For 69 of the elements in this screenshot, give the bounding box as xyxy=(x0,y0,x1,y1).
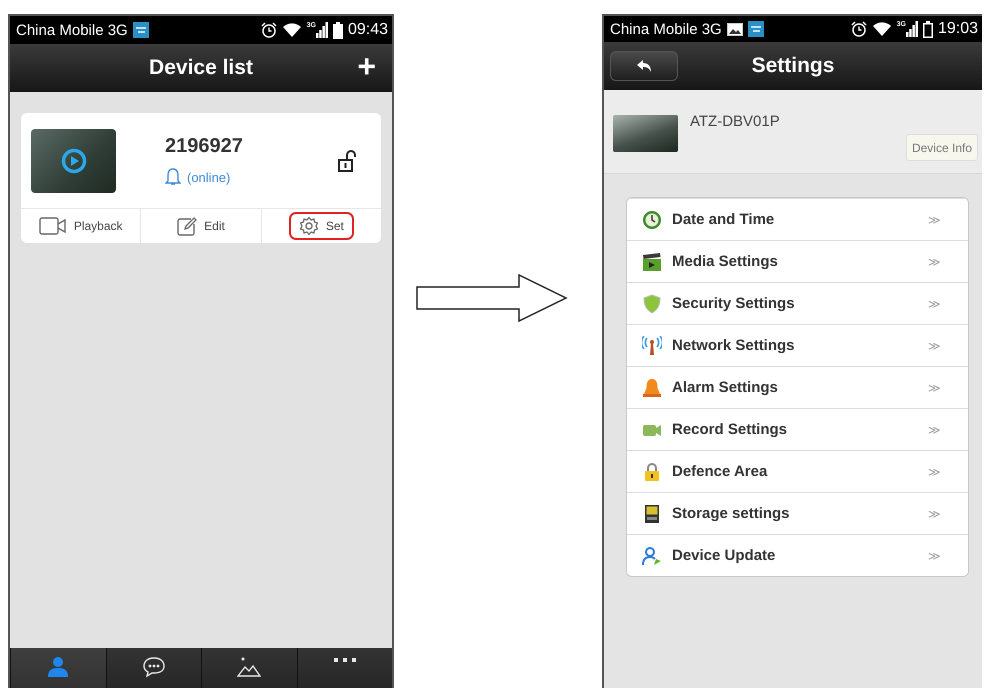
back-button[interactable] xyxy=(610,51,678,81)
right-arrow-icon xyxy=(416,274,568,322)
chevron-icon: ≫ xyxy=(928,380,968,394)
nav-tab[interactable] xyxy=(106,648,201,688)
back-arrow-icon xyxy=(637,60,651,72)
carrier-name: China Mobile 3G xyxy=(16,22,128,38)
bell-icon xyxy=(165,168,181,186)
settings-menu-item[interactable]: Device Update ≫ xyxy=(627,534,968,576)
chevron-icon: ≫ xyxy=(928,254,968,268)
chevron-icon: ≫ xyxy=(928,212,968,226)
screen-title: Settings xyxy=(752,54,834,78)
alarm-icon xyxy=(850,21,867,37)
edit-button[interactable]: Edit xyxy=(167,212,235,240)
camera-preview-image[interactable] xyxy=(31,128,116,192)
alarm-icon xyxy=(260,22,277,38)
menu-item-label: Network Settings xyxy=(672,337,796,354)
padlock-icon xyxy=(642,462,662,482)
signal-icon xyxy=(906,21,918,37)
wifi-icon xyxy=(282,22,302,38)
menu-item-label: Device Update xyxy=(672,547,776,564)
menu-item-label: Media Settings xyxy=(672,253,779,270)
screen-title: Device list xyxy=(149,56,253,80)
chevron-icon: ≫ xyxy=(928,422,968,436)
app-icon xyxy=(132,22,149,38)
chevron-icon: ≫ xyxy=(928,464,968,478)
play-icon xyxy=(60,148,86,174)
chevron-icon: ≫ xyxy=(928,296,968,310)
playback-button[interactable]: Playback xyxy=(28,212,133,240)
chevron-icon: ≫ xyxy=(928,506,968,520)
menu-item-label: Security Settings xyxy=(672,295,796,312)
device-name: ATZ-DBV01P xyxy=(690,113,781,130)
menu-item-label: Storage settings xyxy=(672,505,791,522)
menu-item-label: Defence Area xyxy=(672,463,768,480)
antenna-icon xyxy=(642,336,662,356)
chevron-icon: ≫ xyxy=(928,338,968,352)
clapperboard-icon xyxy=(642,252,662,272)
set-button[interactable]: Set xyxy=(288,212,354,240)
nav-tab[interactable] xyxy=(201,648,296,688)
camera-preview-image xyxy=(613,115,678,152)
device-name: 2196927 xyxy=(165,135,244,158)
clock-time: 19:03 xyxy=(938,20,978,38)
app-icon xyxy=(748,21,764,37)
clock-time: 09:43 xyxy=(348,21,388,39)
battery-icon xyxy=(922,20,933,38)
shield-icon xyxy=(642,294,662,314)
edit-icon xyxy=(177,216,198,236)
storage-drive-icon xyxy=(642,504,662,524)
chat-bubble-icon xyxy=(142,656,166,678)
camera-icon xyxy=(38,217,67,235)
user-update-icon xyxy=(642,546,662,566)
device-info-button[interactable]: Device Info xyxy=(906,134,978,161)
wifi-icon xyxy=(872,21,892,37)
bell-icon xyxy=(642,378,662,398)
battery-icon xyxy=(332,22,343,38)
chevron-icon: ≫ xyxy=(928,548,968,562)
menu-item-label: Alarm Settings xyxy=(672,379,779,396)
image-icon xyxy=(726,22,743,36)
add-button[interactable]: + xyxy=(351,50,382,82)
clock-icon xyxy=(642,210,662,230)
menu-item-label: Record Settings xyxy=(672,421,788,438)
carrier-name: China Mobile 3G xyxy=(610,20,722,38)
online-status: (online) xyxy=(187,170,230,184)
unlocked-padlock-icon[interactable] xyxy=(337,150,357,172)
person-icon xyxy=(47,656,70,678)
signal-icon xyxy=(316,22,328,38)
menu-item-label: Date and Time xyxy=(672,211,776,228)
gear-icon xyxy=(298,216,319,236)
landscape-icon xyxy=(237,656,262,678)
more-icon xyxy=(332,656,357,664)
